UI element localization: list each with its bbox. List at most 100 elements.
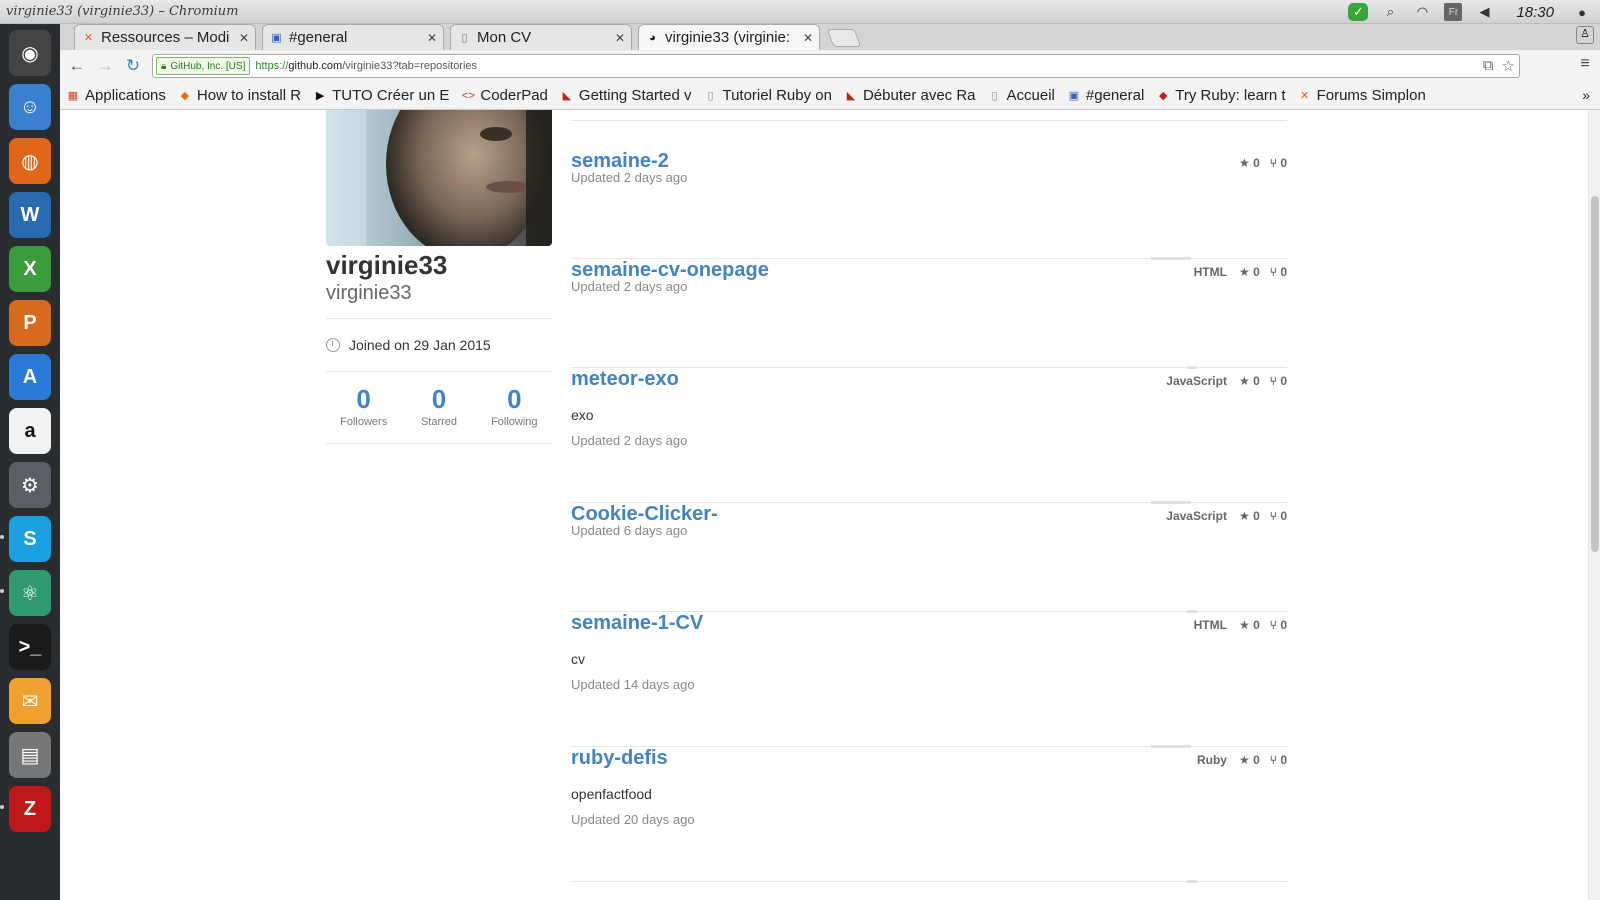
sync-check-icon[interactable]: ✓	[1348, 3, 1369, 21]
firefox-icon[interactable]: ◍	[9, 138, 51, 184]
browser-toolbar: ← → ↻ 🔒︎ GitHub, Inc. [US] https://githu…	[60, 50, 1600, 82]
terminal-icon[interactable]: >_	[9, 624, 51, 670]
repo-name-link[interactable]: meteor-exo	[571, 368, 679, 391]
bookmark-item[interactable]: ◣ Débuter avec Ra	[844, 87, 976, 104]
coderpad-icon: <>	[461, 89, 475, 102]
apps-icon: ▦	[67, 90, 79, 102]
repo-stargazers[interactable]: ★ 0	[1239, 374, 1260, 388]
starred-label: Starred	[420, 416, 458, 428]
wifi-icon[interactable]: ◠	[1412, 3, 1432, 21]
repo-forks[interactable]: ⑂ 0	[1270, 509, 1287, 523]
address-bar[interactable]: 🔒︎ GitHub, Inc. [US] https://github.com/…	[152, 54, 1520, 78]
repo-forks[interactable]: ⑂ 0	[1270, 156, 1287, 170]
bookmark-item[interactable]: ✕ Forums Simplon	[1298, 87, 1426, 104]
following-stat[interactable]: 0 Following	[477, 384, 552, 428]
url-text[interactable]: https://github.com/virginie33?tab=reposi…	[255, 60, 477, 72]
close-icon[interactable]: ✕	[427, 31, 437, 45]
close-icon[interactable]: ✕	[803, 31, 813, 45]
repo-description: openfactfood	[571, 786, 652, 802]
bookmark-item[interactable]: ▦ Applications	[66, 87, 166, 104]
repo-name-link[interactable]: semaine-1-CV	[571, 612, 703, 635]
close-icon[interactable]: ✕	[615, 31, 625, 45]
calc-icon[interactable]: X	[9, 246, 51, 292]
back-icon[interactable]: ←	[66, 56, 88, 76]
profile-username: virginie33	[326, 282, 412, 304]
ubuntu-icon[interactable]: ◉	[9, 30, 51, 76]
repo-forks[interactable]: ⑂ 0	[1270, 753, 1287, 767]
finder-icon[interactable]: ☺	[9, 84, 51, 130]
skype-icon[interactable]: S	[0, 516, 51, 562]
repo-forks[interactable]: ⑂ 0	[1270, 265, 1287, 279]
bookmark-item[interactable]: ◣ Getting Started v	[560, 87, 692, 104]
tab-general[interactable]: ▣ #general ✕	[262, 24, 444, 50]
mail-icon[interactable]: ✉	[9, 678, 51, 724]
repo-forks[interactable]: ⑂ 0	[1270, 374, 1287, 388]
omnibox-actions: ⧉ ☆	[1483, 57, 1515, 75]
bookmark-label: How to install R	[196, 87, 302, 104]
disk-icon[interactable]: ▤	[9, 732, 51, 778]
tools-icon: ✕	[83, 32, 94, 44]
clock[interactable]: 18:30	[1516, 4, 1554, 21]
tab-ressources[interactable]: ✕ Ressources – Modi ✕	[74, 24, 256, 50]
repo-name-link[interactable]: ruby-defis	[571, 747, 668, 770]
tab-github-profile[interactable]: ◕ virginie33 (virginie: ✕	[638, 24, 820, 50]
forward-icon[interactable]: →	[94, 56, 116, 76]
bookmark-item[interactable]: ◆ Try Ruby: learn t	[1156, 87, 1286, 104]
close-icon[interactable]: ✕	[239, 31, 249, 45]
repo-stargazers[interactable]: ★ 0	[1239, 753, 1260, 767]
reload-icon[interactable]: ↻	[122, 56, 144, 76]
chevron-right-icon[interactable]: »	[1582, 87, 1590, 103]
settings-icon[interactable]: ⚙	[9, 462, 51, 508]
apple-menu-icon[interactable]: ●	[1572, 3, 1592, 21]
filezilla-icon[interactable]: Z	[0, 786, 51, 832]
fork-icon: ⑂	[1269, 753, 1277, 767]
search-icon[interactable]: ⌕	[1380, 3, 1400, 21]
translate-icon[interactable]: ⧉	[1483, 57, 1494, 75]
profile-icon[interactable]: ♙	[1576, 26, 1594, 44]
fork-count: 0	[1280, 374, 1287, 388]
bookmark-item[interactable]: <> CoderPad	[461, 87, 548, 104]
star-icon: ★	[1238, 374, 1250, 388]
fork-count: 0	[1280, 509, 1287, 523]
scrollbar-thumb[interactable]	[1591, 196, 1599, 552]
following-label: Following	[491, 416, 538, 428]
menu-icon[interactable]: ≡	[1578, 56, 1592, 72]
amazon-icon[interactable]: a	[9, 408, 51, 454]
new-tab-button[interactable]	[826, 29, 862, 47]
bookmarks-bar: ▦ Applications ◆ How to install R ▶ TUTO Crée…	[60, 82, 1600, 110]
url-path: /virginie33?tab=repositories	[342, 60, 478, 72]
repo-list-item: Cookie-Clicker- Updated 6 days ago JavaScr…	[571, 503, 1287, 613]
system-top-bar: virginie33 (virginie33) – Chromium ✓ ⌕ ◠…	[0, 0, 1600, 24]
appstore-icon[interactable]: A	[9, 354, 51, 400]
bookmark-label: #general	[1085, 87, 1145, 104]
keyboard-layout-indicator[interactable]: Fr	[1444, 3, 1463, 21]
repo-stats: Ruby ★ 0 ⑂ 0	[1197, 753, 1287, 767]
repo-stargazers[interactable]: ★ 0	[1239, 265, 1260, 279]
star-count: 0	[1253, 753, 1260, 767]
atom-icon[interactable]: ⚛	[0, 570, 51, 616]
lock-icon: 🔒︎	[161, 60, 167, 72]
tab-mon-cv[interactable]: ▯ Mon CV ✕	[450, 24, 632, 50]
writer-icon[interactable]: W	[9, 192, 51, 238]
repo-forks[interactable]: ⑂ 0	[1270, 618, 1287, 632]
divider	[326, 371, 552, 372]
repo-stargazers[interactable]: ★ 0	[1239, 509, 1260, 523]
bookmark-item[interactable]: ▯ Tutoriel Ruby on	[703, 87, 832, 104]
volume-icon[interactable]: ◀	[1474, 3, 1494, 21]
starred-stat[interactable]: 0 Starred	[401, 384, 476, 428]
repo-updated: Updated 2 days ago	[571, 279, 688, 294]
repo-stargazers[interactable]: ★ 0	[1239, 618, 1260, 632]
bookmark-item[interactable]: ▶ TUTO Créer un E	[313, 87, 450, 104]
page-scrollbar[interactable]	[1588, 110, 1600, 900]
avatar-photo	[326, 110, 552, 246]
bookmark-star-icon[interactable]: ☆	[1502, 57, 1515, 75]
ev-certificate-badge[interactable]: 🔒︎ GitHub, Inc. [US]	[156, 57, 251, 75]
repo-stargazers[interactable]: ★ 0	[1239, 156, 1260, 170]
bookmark-item[interactable]: ▯ Accueil	[988, 87, 1055, 104]
avatar[interactable]	[326, 110, 552, 246]
bookmark-item[interactable]: ◆ How to install R	[178, 87, 301, 104]
bookmark-item[interactable]: ▣ #general	[1067, 87, 1145, 104]
window-title: virginie33 (virginie33) – Chromium	[6, 4, 239, 19]
impress-icon[interactable]: P	[9, 300, 51, 346]
followers-stat[interactable]: 0 Followers	[326, 384, 401, 428]
